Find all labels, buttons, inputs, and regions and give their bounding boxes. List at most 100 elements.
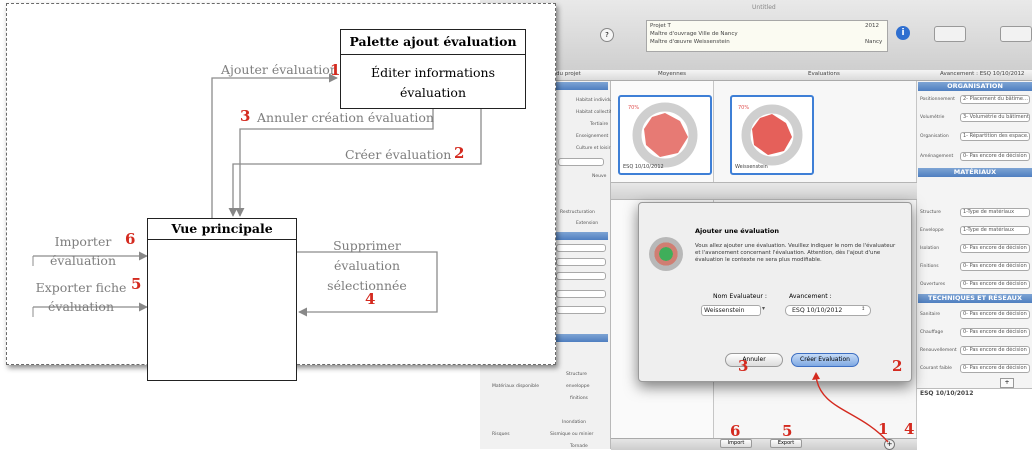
project-year: 2012 (865, 23, 879, 29)
palette-title: Palette ajout évaluation (341, 30, 525, 55)
label-ajouter: Ajouter évaluation (221, 62, 338, 77)
annotation-arrow (812, 372, 889, 443)
number-1: 1 (330, 61, 341, 79)
right-row-label: Organisation (920, 134, 949, 139)
cancel-button[interactable]: Annuler (725, 353, 783, 367)
right-select[interactable]: 0- Pas encore de décision (960, 152, 1030, 161)
list-add-button[interactable]: + (1000, 378, 1014, 388)
section-materiaux: MATÉRIAUX (918, 168, 1032, 177)
right-select[interactable]: 0- Pas encore de décision (960, 310, 1030, 319)
left-select-2[interactable] (556, 244, 606, 252)
left-row: Sismique ou minier (550, 432, 594, 437)
app-logo-icon (649, 237, 683, 271)
annotation-number-5: 5 (782, 422, 793, 440)
right-select[interactable]: 1-Type de matériaux (960, 226, 1030, 235)
project-name: Projet T (650, 23, 671, 29)
right-select[interactable]: 0- Pas encore de décision (960, 280, 1030, 289)
label-exporter: Exporter fiche évaluation (35, 280, 127, 314)
label-creer: Créer évaluation (345, 147, 452, 162)
section-techniques: TECHNIQUES ET RÉSEAUX (918, 294, 1032, 303)
annotation-number-6: 6 (730, 422, 741, 440)
left-panel-header (556, 82, 608, 90)
left-row: Tornade (570, 444, 588, 449)
toolbar-button[interactable] (934, 26, 966, 42)
annotation-number-3: 3 (738, 357, 749, 375)
right-select[interactable]: 0- Pas encore de décision (960, 346, 1030, 355)
left-row: Risques (492, 432, 510, 437)
import-button[interactable]: Import (720, 439, 752, 448)
right-select[interactable]: 3- Volumétrie du bâtiment (960, 113, 1030, 122)
left-row: enveloppe (566, 384, 590, 389)
right-row-label: Enveloppe (920, 228, 944, 233)
evaluation-list-item[interactable]: ESQ 10/10/2012 (920, 390, 973, 397)
right-select[interactable]: 0- Pas encore de décision (960, 364, 1030, 373)
left-row: Enseignement (576, 134, 609, 139)
annotation-number-4: 4 (904, 420, 915, 438)
toolbar-button-2[interactable] (1000, 26, 1032, 42)
right-select[interactable]: 0- Pas encore de décision (960, 262, 1030, 271)
main-view-state-box: Vue principale (147, 218, 297, 381)
create-evaluation-button[interactable]: Créer Evaluation (791, 353, 859, 367)
palette-state-box: Palette ajout évaluation Éditer informat… (340, 29, 526, 109)
left-row: Matériaux disponible (492, 384, 540, 389)
right-row-label: Finitions (920, 264, 939, 269)
left-row: Habitat individuel (576, 98, 616, 103)
header-evaluations: Evaluations (808, 71, 840, 77)
left-select-6[interactable] (556, 306, 606, 314)
evaluator-field[interactable]: Weissenstein (701, 305, 761, 316)
palette-body: Éditer informations évaluation (371, 65, 495, 100)
radar-chart-icon: 70% (628, 102, 698, 168)
right-select[interactable]: 1-Type de matériaux (960, 208, 1030, 217)
left-select-3[interactable] (556, 258, 606, 266)
window-title: Untitled (752, 4, 776, 11)
left-row: Tertiaire (590, 122, 609, 127)
number-2: 2 (454, 144, 465, 162)
evaluator-dropdown-icon[interactable]: ▾ (762, 305, 772, 316)
right-row-label: Aménagement (920, 154, 954, 159)
left-select[interactable] (558, 158, 604, 166)
left-panel-header-3 (556, 334, 608, 342)
right-row-label: Renouvellement (920, 348, 957, 353)
left-row: Habitat collectif (576, 110, 612, 115)
help-button[interactable]: ? (600, 28, 614, 42)
dialog-title: Ajouter une évaluation (695, 227, 779, 235)
header-moyennes: Moyennes (658, 71, 686, 77)
left-row: Structure (566, 372, 587, 377)
right-select[interactable]: 0- Pas encore de décision (960, 244, 1030, 253)
left-row: Extension (576, 221, 599, 226)
right-row-label: Ouvertures (920, 282, 946, 287)
left-row: Restructuration (560, 210, 595, 215)
number-6: 6 (125, 230, 136, 248)
right-row-label: Courant faible (920, 366, 952, 371)
avancement-label: Avancement : (789, 293, 832, 300)
left-select-5[interactable] (556, 290, 606, 298)
number-5: 5 (131, 275, 142, 293)
add-evaluation-dialog: Ajouter une évaluation Vous allez ajoute… (638, 202, 912, 382)
right-select[interactable]: 0- Pas encore de décision (960, 328, 1030, 337)
radar-thumbnail-evaluation[interactable]: 70% Weissenstein (730, 95, 814, 175)
header-du-projet: du projet (556, 71, 581, 77)
left-row: Culture et loisir (576, 146, 611, 151)
label-importer: Importer évaluation (49, 234, 116, 268)
radar-thumbnail-moyennes[interactable]: 70% ESQ 10/10/2012 (618, 95, 712, 175)
thumbnail-label: ESQ 10/10/2012 (623, 164, 664, 170)
right-select[interactable]: 1- Répartition des espace… (960, 132, 1030, 141)
info-icon[interactable]: i (896, 26, 910, 40)
avancement-select[interactable]: ESQ 10/10/2012 (785, 305, 871, 316)
right-row-label: Chauffage (920, 330, 944, 335)
radar-chart-icon: 70% (738, 104, 803, 166)
left-row: Inondation (562, 420, 587, 425)
main-view-title: Vue principale (148, 219, 296, 240)
right-select[interactable]: 2- Placement du bâtime… (960, 95, 1030, 104)
left-row: finitions (570, 396, 588, 401)
number-3: 3 (240, 107, 251, 125)
number-4: 4 (365, 290, 376, 308)
export-button[interactable]: Export (770, 439, 802, 448)
dialog-text: Vous allez ajouter une évaluation. Veuil… (695, 243, 896, 263)
left-select-4[interactable] (556, 272, 606, 280)
project-architect: Maître d'œuvre Weissenstein (650, 39, 730, 45)
evaluation-list (917, 388, 1032, 450)
right-row-label: Isolation (920, 246, 940, 251)
label-annuler: Annuler création évaluation (257, 110, 434, 125)
section-organisation: ORGANISATION (918, 82, 1032, 91)
